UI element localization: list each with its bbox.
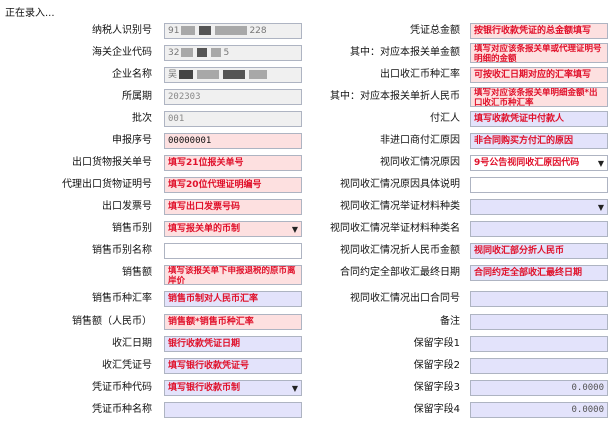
label-receipt-date: 收汇日期 [112, 338, 152, 349]
sales-currency-hint: 填写报关单的币制 [168, 224, 241, 234]
label-sales-currency: 销售币别 [112, 223, 152, 234]
evidence-type-select[interactable]: ▼ [470, 199, 608, 215]
export-invoice-no-field[interactable]: 填写出口发票号码 [164, 199, 302, 215]
taxpayer-id-field[interactable]: 91 228 [164, 23, 302, 39]
sales-exchange-rate-field[interactable]: 销售币制对人民币汇率 [164, 291, 302, 307]
sales-currency-name-field[interactable] [164, 243, 302, 259]
non-importer-reason-field[interactable]: 非合同购买方付汇的原因 [470, 133, 608, 149]
reserved-4-field[interactable]: 0.0000 [470, 402, 608, 418]
label-payer: 付汇人 [430, 113, 460, 124]
declaration-amount-field[interactable]: 填写对应该条报关单或代理证明号明细的金额 [470, 43, 608, 63]
label-export-declaration-no: 出口货物报关单号 [72, 157, 152, 168]
redaction-mask [179, 70, 194, 79]
label-batch: 批次 [132, 113, 152, 124]
voucher-currency-code-hint: 填写银行收款币制 [168, 383, 241, 393]
label-contract-final-date: 合同约定全部收汇最终日期 [340, 267, 460, 278]
label-sales-amount: 销售额 [122, 267, 152, 278]
label-period: 所属期 [122, 91, 152, 102]
label-deemed-receipt-reason: 视同收汇情况原因 [380, 157, 460, 168]
redaction-mask [249, 70, 268, 79]
agent-certificate-no-field[interactable]: 填写20位代理证明编号 [164, 177, 302, 193]
receipt-exchange-rate-field[interactable]: 可按收汇日期对应的汇率填写 [470, 67, 608, 83]
payer-field[interactable]: 填写收款凭证中付款人 [470, 111, 608, 127]
redaction-mask [215, 26, 248, 35]
receipt-date-field[interactable]: 银行收款凭证日期 [164, 336, 302, 352]
redaction-mask [197, 70, 220, 79]
label-voucher-total: 凭证总金额 [410, 25, 460, 36]
redaction-mask [181, 48, 194, 57]
chevron-down-icon[interactable]: ▼ [292, 382, 298, 395]
deemed-amount-rmb-field[interactable]: 视同收汇部分折人民币 [470, 243, 608, 259]
label-declaration-amount: 其中：对应本报关单金额 [350, 47, 460, 58]
chevron-down-icon[interactable]: ▼ [598, 201, 604, 214]
deemed-receipt-explanation-field[interactable] [470, 177, 608, 193]
redaction-mask [211, 48, 222, 57]
label-customs-code: 海关企业代码 [92, 47, 152, 58]
label-reserved-1: 保留字段1 [413, 338, 460, 349]
label-company-name: 企业名称 [112, 69, 152, 80]
label-voucher-currency-code: 凭证币种代码 [92, 382, 152, 393]
label-taxpayer-id: 纳税人识别号 [92, 25, 152, 36]
label-deemed-receipt-explanation: 视同收汇情况原因具体说明 [340, 179, 460, 190]
label-reserved-2: 保留字段2 [413, 360, 460, 371]
customs-code-suffix: 5 [223, 48, 230, 58]
label-reserved-3: 保留字段3 [413, 382, 460, 393]
redaction-mask [199, 26, 212, 35]
chevron-down-icon[interactable]: ▼ [292, 223, 298, 236]
chevron-down-icon[interactable]: ▼ [596, 157, 604, 170]
voucher-total-field[interactable]: 按银行收款凭证的总金额填写 [470, 23, 608, 39]
deemed-contract-no-field[interactable] [470, 291, 608, 307]
label-voucher-currency-name: 凭证币种名称 [92, 404, 152, 415]
reserved-2-field[interactable] [470, 358, 608, 374]
taxpayer-id-prefix: 91 [168, 26, 180, 36]
declaration-amount-rmb-field[interactable]: 填写对应该条报关单明细金额*出口收汇币种汇率 [470, 87, 608, 107]
company-name-field[interactable]: 吴 [164, 67, 302, 83]
label-evidence-type-name: 视同收汇情况举证材料种类名 [330, 223, 460, 234]
label-sales-exchange-rate: 销售币种汇率 [92, 293, 152, 304]
receipt-voucher-no-field[interactable]: 填写银行收款凭证号 [164, 358, 302, 374]
redaction-mask [223, 70, 246, 79]
deemed-receipt-reason-select[interactable]: 9号公告视同收汇原因代码 ▼ [470, 155, 608, 171]
label-sales-currency-name: 销售币别名称 [92, 245, 152, 256]
label-reserved-4: 保留字段4 [413, 404, 460, 415]
label-remarks: 备注 [440, 316, 460, 327]
label-deemed-contract-no: 视同收汇情况出口合同号 [350, 293, 460, 304]
voucher-currency-name-field[interactable] [164, 402, 302, 418]
label-deemed-amount-rmb: 视同收汇情况折人民币金额 [340, 245, 460, 256]
reserved-1-field[interactable] [470, 336, 608, 352]
status-text: 正在录入... [5, 8, 55, 19]
label-evidence-type: 视同收汇情况举证材料种类 [340, 201, 460, 212]
redaction-mask [181, 26, 196, 35]
sales-amount-rmb-field[interactable]: 销售额*销售币种汇率 [164, 314, 302, 330]
label-sales-amount-rmb: 销售额（人民币） [72, 316, 152, 327]
customs-code-prefix: 32 [168, 48, 180, 58]
label-non-importer-reason: 非进口商付汇原因 [380, 135, 460, 146]
label-serial-no: 申报序号 [112, 135, 152, 146]
label-receipt-exchange-rate: 出口收汇币种汇率 [380, 69, 460, 80]
serial-no-field[interactable]: 00000001 [164, 133, 302, 149]
export-declaration-no-field[interactable]: 填写21位报关单号 [164, 155, 302, 171]
redaction-mask [197, 48, 208, 57]
company-name-prefix: 吴 [168, 70, 178, 80]
sales-currency-select[interactable]: 填写报关单的币制 ▼ [164, 221, 302, 237]
taxpayer-id-suffix: 228 [249, 26, 267, 36]
label-agent-certificate-no: 代理出口货物证明号 [62, 179, 152, 190]
evidence-type-name-field[interactable] [470, 221, 608, 237]
label-receipt-voucher-no: 收汇凭证号 [102, 360, 152, 371]
sales-amount-field[interactable]: 填写该报关单下申报退税的原币离岸价 [164, 265, 302, 285]
customs-code-field[interactable]: 32 5 [164, 45, 302, 61]
label-declaration-amount-rmb: 其中：对应本报关单折人民币 [330, 91, 460, 102]
label-export-invoice-no: 出口发票号 [102, 201, 152, 212]
voucher-currency-code-select[interactable]: 填写银行收款币制 ▼ [164, 380, 302, 396]
period-field[interactable]: 202303 [164, 89, 302, 105]
remarks-field[interactable] [470, 314, 608, 330]
reserved-3-field[interactable]: 0.0000 [470, 380, 608, 396]
deemed-receipt-reason-hint: 9号公告视同收汇原因代码 [474, 158, 580, 168]
contract-final-date-field[interactable]: 合同约定全部收汇最终日期 [470, 265, 608, 281]
batch-field[interactable]: 001 [164, 111, 302, 127]
